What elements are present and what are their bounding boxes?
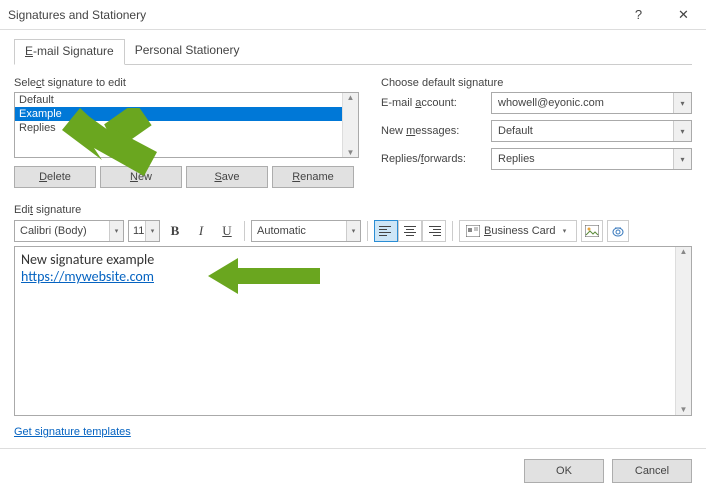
divider — [452, 221, 453, 241]
insert-picture-button[interactable] — [581, 220, 603, 242]
signature-list[interactable]: Default Example Replies — [14, 92, 359, 158]
scrollbar[interactable] — [675, 247, 691, 415]
align-left-button[interactable] — [374, 220, 398, 242]
dialog-footer: OK Cancel — [0, 448, 706, 493]
replies-forwards-select[interactable]: Replies▾ — [491, 148, 692, 170]
list-item[interactable]: Replies — [15, 121, 358, 135]
divider — [367, 221, 368, 241]
align-center-button[interactable] — [398, 220, 422, 242]
tab-bar: E-mail Signature Personal Stationery — [14, 38, 692, 65]
italic-button[interactable]: I — [190, 220, 212, 242]
delete-button[interactable]: Delete — [14, 166, 96, 188]
bold-button[interactable]: B — [164, 220, 186, 242]
card-icon — [466, 225, 480, 237]
format-toolbar: Calibri (Body)▾ 11▾ B I U Automatic▾ Bus… — [14, 220, 692, 242]
align-right-button[interactable] — [422, 220, 446, 242]
chevron-down-icon: ▾ — [145, 221, 159, 241]
signature-link[interactable]: https://mywebsite.com — [21, 268, 154, 285]
select-signature-label: Select signature to edit — [14, 77, 359, 89]
new-messages-label: New messages: — [381, 125, 491, 137]
email-account-select[interactable]: whowell@eyonic.com▾ — [491, 92, 692, 114]
link-icon — [610, 224, 626, 238]
divider — [244, 221, 245, 241]
ok-button[interactable]: OK — [524, 459, 604, 483]
window-title: Signatures and Stationery — [8, 8, 616, 22]
chevron-down-icon: ▾ — [673, 93, 691, 113]
titlebar: Signatures and Stationery ? ✕ — [0, 0, 706, 30]
new-button[interactable]: New — [100, 166, 182, 188]
chevron-down-icon: ▾ — [560, 227, 570, 235]
get-templates-link[interactable]: Get signature templates — [14, 426, 131, 438]
chevron-down-icon: ▾ — [346, 221, 360, 241]
close-button[interactable]: ✕ — [661, 0, 706, 30]
list-item[interactable]: Default — [15, 93, 358, 107]
cancel-button[interactable]: Cancel — [612, 459, 692, 483]
defaults-label: Choose default signature — [381, 77, 692, 89]
picture-icon — [585, 225, 599, 237]
list-item[interactable]: Example — [15, 107, 358, 121]
save-button[interactable]: Save — [186, 166, 268, 188]
chevron-down-icon: ▾ — [673, 149, 691, 169]
underline-button[interactable]: U — [216, 220, 238, 242]
chevron-down-icon: ▾ — [673, 121, 691, 141]
email-account-label: E-mail account: — [381, 97, 491, 109]
business-card-button[interactable]: Business Card ▾ — [459, 220, 577, 242]
scrollbar[interactable] — [342, 93, 358, 157]
new-messages-select[interactable]: Default▾ — [491, 120, 692, 142]
signature-editor[interactable]: New signature example https://mywebsite.… — [14, 246, 692, 416]
font-size-select[interactable]: 11▾ — [128, 220, 160, 242]
tab-email-signature[interactable]: E-mail Signature — [14, 39, 125, 65]
insert-hyperlink-button[interactable] — [607, 220, 629, 242]
signature-text: New signature example — [21, 251, 685, 268]
rename-button[interactable]: Rename — [272, 166, 354, 188]
replies-forwards-label: Replies/forwards: — [381, 153, 491, 165]
edit-signature-label: Edit signature — [14, 204, 692, 216]
help-button[interactable]: ? — [616, 0, 661, 30]
font-color-select[interactable]: Automatic▾ — [251, 220, 361, 242]
tab-personal-stationery[interactable]: Personal Stationery — [125, 39, 250, 65]
font-select[interactable]: Calibri (Body)▾ — [14, 220, 124, 242]
chevron-down-icon: ▾ — [109, 221, 123, 241]
